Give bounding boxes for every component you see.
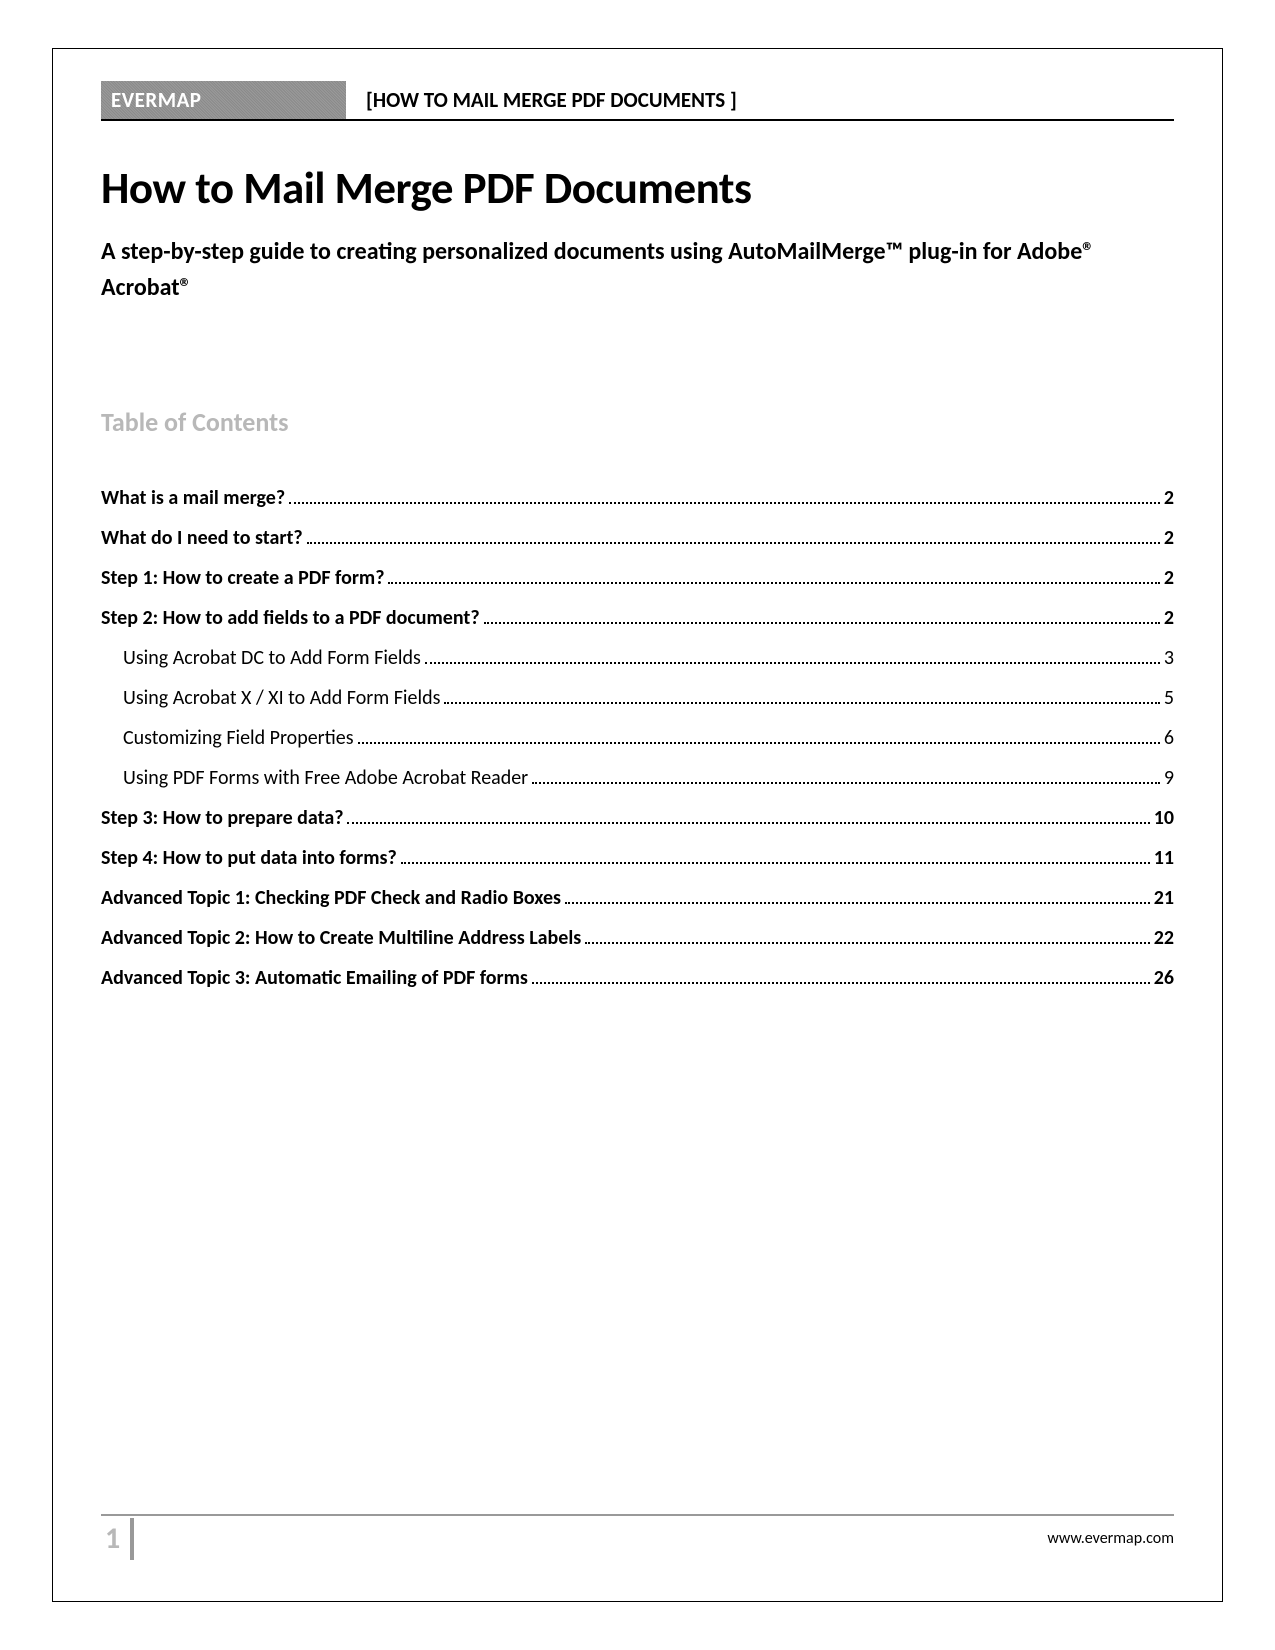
toc-list: What is a mail merge?2What do I need to … (101, 486, 1174, 990)
toc-entry-label: Using PDF Forms with Free Adobe Acrobat … (123, 766, 528, 790)
toc-leader-dots (565, 902, 1150, 904)
page-number: 1 (101, 1516, 130, 1561)
toc-entry-page: 11 (1154, 846, 1174, 870)
document-title: How to Mail Merge PDF Documents (101, 161, 1174, 216)
toc-entry-label: Advanced Topic 2: How to Create Multilin… (101, 926, 581, 950)
toc-entry-label: Step 2: How to add fields to a PDF docum… (101, 606, 480, 630)
brand-label: EVERMAP (101, 81, 346, 119)
toc-leader-dots (358, 742, 1160, 744)
toc-entry[interactable]: Advanced Topic 3: Automatic Emailing of … (101, 966, 1174, 990)
toc-entry[interactable]: Using PDF Forms with Free Adobe Acrobat … (101, 766, 1174, 790)
toc-entry-page: 2 (1164, 526, 1174, 550)
toc-leader-dots (532, 782, 1160, 784)
toc-entry[interactable]: Step 2: How to add fields to a PDF docum… (101, 606, 1174, 630)
toc-entry-label: Advanced Topic 3: Automatic Emailing of … (101, 966, 528, 990)
toc-entry[interactable]: Advanced Topic 2: How to Create Multilin… (101, 926, 1174, 950)
toc-leader-dots (484, 622, 1160, 624)
toc-entry-page: 10 (1154, 806, 1174, 830)
toc-entry-page: 6 (1164, 726, 1174, 750)
toc-entry-page: 3 (1164, 646, 1174, 670)
toc-entry-page: 2 (1164, 606, 1174, 630)
page-number-box: 1 (101, 1516, 134, 1561)
toc-entry-page: 9 (1164, 766, 1174, 790)
toc-leader-dots (401, 862, 1150, 864)
page-footer: 1 www.evermap.com (101, 1514, 1174, 1561)
page-frame: EVERMAP [HOW TO MAIL MERGE PDF DOCUMENTS… (52, 48, 1223, 1602)
toc-entry-page: 21 (1154, 886, 1174, 910)
footer-url: www.evermap.com (1047, 1529, 1174, 1548)
toc-entry-label: Step 3: How to prepare data? (101, 806, 343, 830)
toc-entry-label: Advanced Topic 1: Checking PDF Check and… (101, 886, 561, 910)
toc-entry[interactable]: Advanced Topic 1: Checking PDF Check and… (101, 886, 1174, 910)
toc-entry-page: 26 (1154, 966, 1174, 990)
toc-heading: Table of Contents (101, 406, 1174, 438)
toc-entry-label: Using Acrobat X / XI to Add Form Fields (123, 686, 440, 710)
toc-entry-label: Step 1: How to create a PDF form? (101, 566, 384, 590)
document-subtitle: A step-by-step guide to creating persona… (101, 234, 1174, 306)
toc-entry[interactable]: Using Acrobat DC to Add Form Fields 3 (101, 646, 1174, 670)
header-title: [HOW TO MAIL MERGE PDF DOCUMENTS ] (346, 81, 737, 119)
toc-entry-label: Using Acrobat DC to Add Form Fields (123, 646, 421, 670)
toc-leader-dots (388, 582, 1159, 584)
toc-leader-dots (347, 822, 1149, 824)
toc-leader-dots (532, 982, 1150, 984)
toc-entry-page: 5 (1164, 686, 1174, 710)
toc-entry-page: 22 (1154, 926, 1174, 950)
toc-entry[interactable]: Step 4: How to put data into forms? 11 (101, 846, 1174, 870)
toc-entry[interactable]: What is a mail merge? 2 (101, 486, 1174, 510)
toc-entry[interactable]: Using Acrobat X / XI to Add Form Fields 5 (101, 686, 1174, 710)
toc-entry-label: What is a mail merge? (101, 486, 285, 510)
toc-entry[interactable]: What do I need to start? 2 (101, 526, 1174, 550)
toc-entry-label: What do I need to start? (101, 526, 303, 550)
toc-entry-page: 2 (1164, 566, 1174, 590)
toc-leader-dots (307, 542, 1160, 544)
toc-leader-dots (425, 662, 1160, 664)
toc-leader-dots (444, 702, 1159, 704)
toc-leader-dots (289, 502, 1160, 504)
toc-leader-dots (585, 942, 1149, 944)
page-number-divider (130, 1518, 134, 1560)
toc-entry-page: 2 (1164, 486, 1174, 510)
toc-entry-label: Customizing Field Properties (123, 726, 354, 750)
toc-entry-label: Step 4: How to put data into forms? (101, 846, 397, 870)
document-header: EVERMAP [HOW TO MAIL MERGE PDF DOCUMENTS… (101, 81, 1174, 121)
toc-entry[interactable]: Step 1: How to create a PDF form? 2 (101, 566, 1174, 590)
toc-entry[interactable]: Step 3: How to prepare data? 10 (101, 806, 1174, 830)
toc-entry[interactable]: Customizing Field Properties 6 (101, 726, 1174, 750)
